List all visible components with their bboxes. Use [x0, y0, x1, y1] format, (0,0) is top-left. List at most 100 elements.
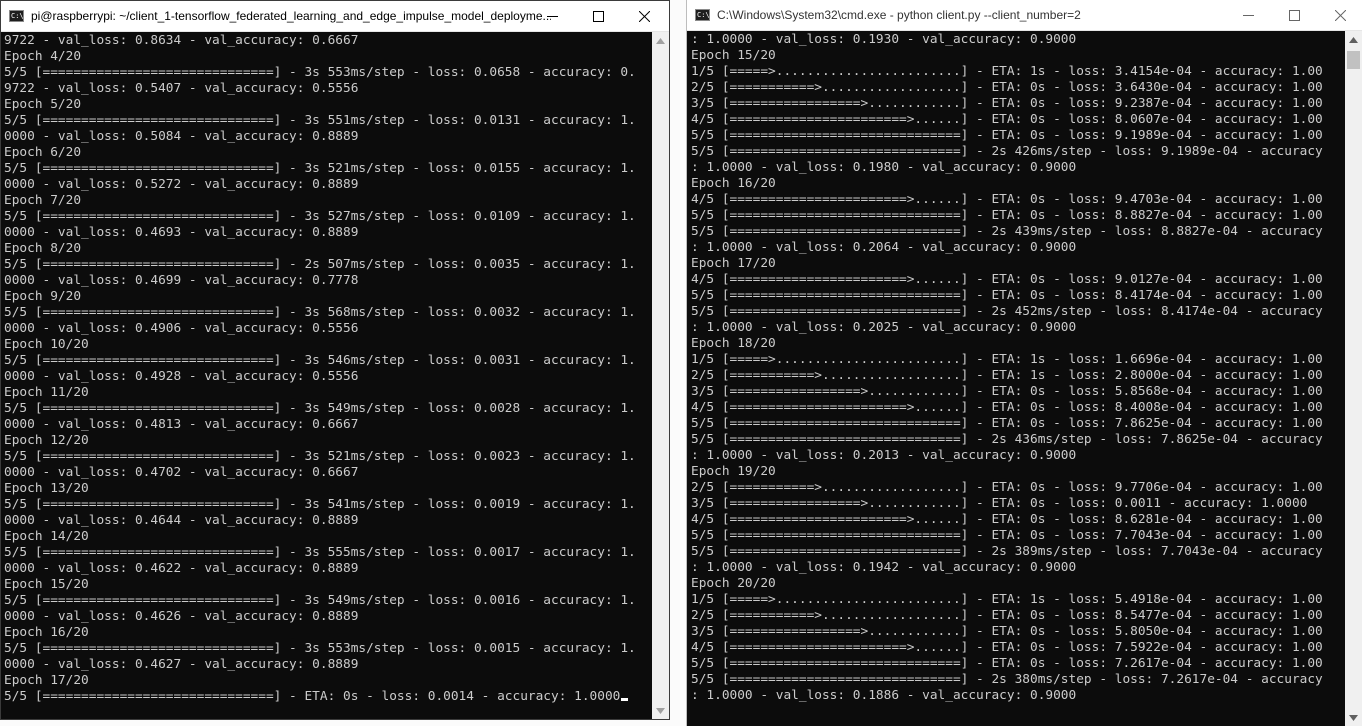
console-line: 5/5 [==============================] - E… [691, 288, 1323, 303]
console-line: 5/5 [==============================] - 3… [4, 401, 636, 416]
console-line: 0000 - val_loss: 0.4928 - val_accuracy: … [4, 369, 359, 384]
console-line: 0000 - val_loss: 0.4702 - val_accuracy: … [4, 465, 359, 480]
console-line: 5/5 [==============================] - 2… [691, 432, 1323, 447]
vertical-scrollbar[interactable] [1345, 31, 1362, 726]
console-line: 0000 - val_loss: 0.4693 - val_accuracy: … [4, 225, 359, 240]
title-bar[interactable]: C:\ pi@raspberrypi: ~/client_1-tensorflo… [1, 1, 669, 32]
console-line: 4/5 [=======================>......] - E… [691, 192, 1323, 207]
maximize-icon [1288, 9, 1300, 21]
console-line: 5/5 [==============================] - 2… [691, 672, 1323, 687]
console-line: 2/5 [===========>..................] - E… [691, 80, 1323, 95]
console-line: Epoch 6/20 [4, 145, 82, 160]
console-line: 5/5 [==============================] - E… [691, 128, 1323, 143]
console-line: 3/5 [=================>............] - E… [691, 624, 1323, 639]
minimize-button[interactable] [529, 1, 575, 31]
console-line: 2/5 [===========>..................] - E… [691, 608, 1323, 623]
console-line: Epoch 17/20 [4, 673, 89, 688]
console-line: : 1.0000 - val_loss: 0.1930 - val_accura… [691, 32, 1077, 47]
console-line: 5/5 [==============================] - E… [691, 528, 1323, 543]
console-line: 5/5 [==============================] - E… [691, 656, 1323, 671]
console-line: 3/5 [=================>............] - E… [691, 96, 1323, 111]
console-line: 2/5 [===========>..................] - E… [691, 480, 1323, 495]
console-line: 5/5 [==============================] - 2… [691, 144, 1323, 159]
console-line: 4/5 [=======================>......] - E… [691, 512, 1323, 527]
console-line: : 1.0000 - val_loss: 0.2064 - val_accura… [691, 240, 1077, 255]
console-line: 0000 - val_loss: 0.4622 - val_accuracy: … [4, 561, 359, 576]
console-line: 0000 - val_loss: 0.4699 - val_accuracy: … [4, 273, 359, 288]
terminal-icon: C:\ [9, 10, 24, 22]
scroll-down-arrow-icon[interactable] [1345, 709, 1362, 726]
console-line: 2/5 [===========>..................] - E… [691, 368, 1323, 383]
console-line: Epoch 13/20 [4, 481, 89, 496]
console-line: 4/5 [=======================>......] - E… [691, 400, 1323, 415]
scroll-down-arrow-icon[interactable] [652, 702, 669, 719]
console-line: 5/5 [==============================] - 3… [4, 209, 636, 224]
maximize-icon [592, 10, 604, 22]
console-line: Epoch 10/20 [4, 337, 89, 352]
console-line: 5/5 [==============================] - 3… [4, 497, 636, 512]
window-title: pi@raspberrypi: ~/client_1-tensorflow_fe… [31, 9, 551, 23]
cmd-window-client[interactable]: C:\ C:\Windows\System32\cmd.exe - python… [686, 0, 1362, 726]
console-line: : 1.0000 - val_loss: 0.2025 - val_accura… [691, 320, 1077, 335]
terminal-output[interactable]: 9722 - val_loss: 0.8634 - val_accuracy: … [1, 33, 652, 719]
console-line: 4/5 [=======================>......] - E… [691, 112, 1323, 127]
console-line: Epoch 17/20 [691, 256, 776, 271]
scroll-up-arrow-icon[interactable] [652, 32, 669, 49]
console-line: 5/5 [==============================] - 3… [4, 641, 636, 656]
maximize-button[interactable] [575, 1, 621, 31]
console-line: 9722 - val_loss: 0.5407 - val_accuracy: … [4, 81, 359, 96]
console-line: 0000 - val_loss: 0.4644 - val_accuracy: … [4, 513, 359, 528]
console-line: Epoch 18/20 [691, 336, 776, 351]
console-line: Epoch 4/20 [4, 49, 82, 64]
console-line: 5/5 [==============================] - 2… [691, 224, 1323, 239]
console-line: 1/5 [=====>........................] - E… [691, 64, 1323, 79]
console-line: 0000 - val_loss: 0.5272 - val_accuracy: … [4, 177, 359, 192]
terminal-output[interactable]: : 1.0000 - val_loss: 0.1930 - val_accura… [688, 32, 1345, 726]
console-line: Epoch 15/20 [4, 577, 89, 592]
console-line: 1/5 [=====>........................] - E… [691, 352, 1323, 367]
console-line: 5/5 [==============================] - 3… [4, 113, 636, 128]
console-line: 0000 - val_loss: 0.4627 - val_accuracy: … [4, 657, 359, 672]
console-line: Epoch 16/20 [4, 625, 89, 640]
cmd-icon: C:\ [695, 9, 710, 21]
maximize-button[interactable] [1271, 0, 1317, 30]
console-line: Epoch 14/20 [4, 529, 89, 544]
console-line: 3/5 [=================>............] - E… [691, 384, 1323, 399]
console-line: Epoch 11/20 [4, 385, 89, 400]
minimize-icon [546, 15, 558, 17]
console-line: Epoch 5/20 [4, 97, 82, 112]
minimize-icon [1242, 14, 1254, 16]
title-bar[interactable]: C:\ C:\Windows\System32\cmd.exe - python… [687, 0, 1362, 31]
close-icon [638, 10, 650, 22]
console-line: Epoch 15/20 [691, 48, 776, 63]
close-icon [1334, 9, 1346, 21]
console-line: 9722 - val_loss: 0.8634 - val_accuracy: … [4, 33, 359, 48]
console-line: Epoch 12/20 [4, 433, 89, 448]
console-line: 0000 - val_loss: 0.4626 - val_accuracy: … [4, 609, 359, 624]
console-line: 4/5 [=======================>......] - E… [691, 272, 1323, 287]
console-line: Epoch 19/20 [691, 464, 776, 479]
console-line: : 1.0000 - val_loss: 0.2013 - val_accura… [691, 448, 1077, 463]
close-button[interactable] [621, 1, 667, 31]
console-line: 5/5 [==============================] - 2… [4, 257, 636, 272]
console-line: : 1.0000 - val_loss: 0.1980 - val_accura… [691, 160, 1077, 175]
console-line: 5/5 [==============================] - 3… [4, 305, 636, 320]
text-cursor [621, 698, 629, 701]
console-line: 5/5 [==============================] - E… [691, 208, 1323, 223]
console-line: 5/5 [==============================] - 3… [4, 449, 636, 464]
scrollbar-thumb[interactable] [1347, 51, 1360, 69]
console-line: 5/5 [==============================] - 2… [691, 544, 1323, 559]
console-line: Epoch 7/20 [4, 193, 82, 208]
console-line: Epoch 9/20 [4, 289, 82, 304]
console-line: : 1.0000 - val_loss: 0.1886 - val_accura… [691, 688, 1077, 703]
terminal-window-raspberrypi[interactable]: C:\ pi@raspberrypi: ~/client_1-tensorflo… [0, 0, 670, 720]
console-line: : 1.0000 - val_loss: 0.1942 - val_accura… [691, 560, 1077, 575]
vertical-scrollbar[interactable] [652, 32, 669, 719]
minimize-button[interactable] [1225, 0, 1271, 30]
window-title: C:\Windows\System32\cmd.exe - python cli… [717, 8, 1081, 22]
close-button[interactable] [1317, 0, 1362, 30]
scroll-up-arrow-icon[interactable] [1345, 31, 1362, 48]
console-line: 5/5 [==============================] - 3… [4, 65, 636, 80]
console-line: 0000 - val_loss: 0.4906 - val_accuracy: … [4, 321, 359, 336]
console-line: 0000 - val_loss: 0.5084 - val_accuracy: … [4, 129, 359, 144]
